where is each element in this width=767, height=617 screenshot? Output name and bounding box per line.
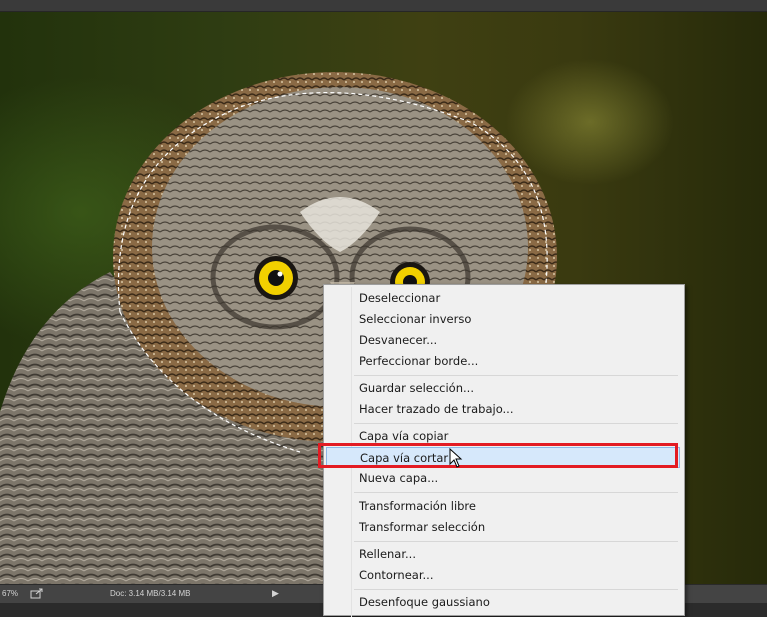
- menu-item-deseleccionar[interactable]: Deseleccionar: [326, 288, 680, 309]
- menu-item-desvanecer[interactable]: Desvanecer...: [326, 330, 680, 351]
- menu-item-guardar-seleccion[interactable]: Guardar selección...: [326, 378, 680, 399]
- menu-item-seleccionar-inverso[interactable]: Seleccionar inverso: [326, 309, 680, 330]
- menu-separator: [354, 375, 678, 376]
- menu-separator: [354, 492, 678, 493]
- menu-separator: [354, 423, 678, 424]
- menu-item-hacer-trazado[interactable]: Hacer trazado de trabajo...: [326, 399, 680, 420]
- doc-info: Doc: 3.14 MB/3.14 MB: [110, 589, 191, 598]
- menu-item-transformacion-libre[interactable]: Transformación libre: [326, 496, 680, 517]
- status-menu-arrow-icon[interactable]: ▶: [272, 588, 279, 599]
- menu-item-rellenar[interactable]: Rellenar...: [326, 544, 680, 565]
- menu-separator: [354, 541, 678, 542]
- menu-item-contornear[interactable]: Contornear...: [326, 565, 680, 586]
- share-icon[interactable]: [30, 588, 44, 599]
- annotation-highlight-box: [318, 443, 678, 468]
- menu-item-transformar-seleccion[interactable]: Transformar selección: [326, 517, 680, 538]
- menu-item-nueva-capa[interactable]: Nueva capa...: [326, 468, 680, 489]
- mouse-pointer-icon: [449, 448, 463, 468]
- menu-item-desenfoque-gaussiano[interactable]: Desenfoque gaussiano: [326, 592, 680, 613]
- menu-item-perfeccionar-borde[interactable]: Perfeccionar borde...: [326, 351, 680, 372]
- top-bar: [0, 0, 767, 12]
- zoom-level[interactable]: 67%: [2, 589, 18, 598]
- menu-separator: [354, 589, 678, 590]
